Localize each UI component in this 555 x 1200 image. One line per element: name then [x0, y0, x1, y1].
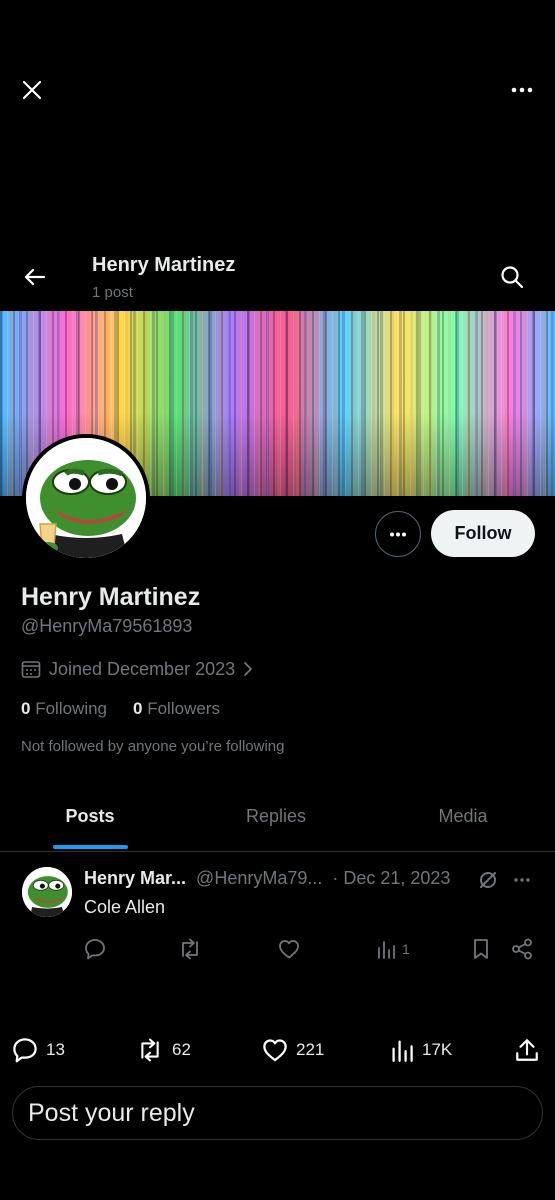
- post-like-button[interactable]: [278, 937, 300, 961]
- more-options-button[interactable]: [506, 76, 538, 104]
- search-icon: [501, 266, 524, 289]
- like-icon: [279, 940, 299, 959]
- joined-date[interactable]: Joined December 2023: [21, 656, 253, 682]
- profile-more-button[interactable]: [375, 511, 421, 557]
- more-icon: [514, 878, 530, 882]
- bottom-reply-button[interactable]: 13: [12, 1036, 65, 1064]
- joined-text: Joined December 2023: [49, 658, 236, 679]
- post-repost-button[interactable]: [178, 937, 202, 961]
- post-views-count: 1: [402, 941, 410, 957]
- post-bookmark-button[interactable]: [472, 937, 490, 961]
- share-icon: [512, 938, 532, 960]
- reply-icon: [85, 939, 105, 960]
- not-followed-note: Not followed by anyone you’re following: [21, 738, 285, 755]
- back-arrow-icon: [24, 268, 45, 286]
- post-header: Henry Mar... @HenryMa79... · Dec 21, 202…: [84, 868, 484, 889]
- profile-handle: @HenryMa79561893: [21, 616, 193, 636]
- views-icon: [378, 941, 395, 959]
- tab-replies[interactable]: Replies: [206, 806, 346, 827]
- close-button[interactable]: [18, 76, 46, 104]
- chevron-right-icon: [244, 662, 253, 676]
- bottom-views-count: 17K: [422, 1040, 453, 1059]
- post-reply-button[interactable]: [84, 937, 106, 961]
- grok-icon: [480, 872, 496, 888]
- frog-avatar-image: [22, 867, 72, 917]
- tab-media[interactable]: Media: [393, 806, 533, 827]
- calendar-icon: [21, 661, 41, 678]
- followers-label: Followers: [147, 699, 220, 718]
- follow-button[interactable]: Follow: [431, 510, 535, 557]
- bottom-reply-count: 13: [46, 1040, 65, 1059]
- bottom-repost-count: 62: [172, 1040, 191, 1059]
- bottom-views-button[interactable]: 17K: [390, 1036, 452, 1064]
- bookmark-icon: [474, 939, 488, 959]
- active-tab-indicator: [53, 845, 128, 849]
- upload-icon: [516, 1039, 538, 1061]
- repost-icon: [182, 938, 198, 960]
- bottom-like-count: 221: [296, 1040, 325, 1059]
- tab-posts[interactable]: Posts: [20, 806, 160, 827]
- post-share-button[interactable]: [511, 937, 533, 961]
- following-label: Following: [35, 699, 108, 718]
- like-icon: [263, 1039, 287, 1062]
- search-button[interactable]: [496, 262, 528, 292]
- header-profile-name: Henry Martinez: [92, 254, 236, 276]
- following-count: 0: [21, 699, 31, 718]
- frog-avatar-image: [26, 438, 146, 558]
- grok-button[interactable]: [476, 868, 500, 892]
- repost-icon: [141, 1038, 159, 1062]
- tab-divider: [0, 851, 555, 852]
- profile-avatar[interactable]: [22, 434, 150, 562]
- bottom-like-button[interactable]: 221: [262, 1036, 324, 1064]
- more-icon: [390, 532, 406, 536]
- follow-stats: 0 Following 0 Followers: [21, 699, 220, 719]
- close-icon: [22, 80, 42, 100]
- reply-input[interactable]: [12, 1086, 543, 1140]
- post-date[interactable]: · Dec 21, 2023: [332, 868, 450, 889]
- post-text: Cole Allen: [84, 897, 166, 917]
- bottom-repost-button[interactable]: 62: [136, 1036, 191, 1064]
- post-author-handle[interactable]: @HenryMa79...: [196, 868, 322, 889]
- post-author-name[interactable]: Henry Mar...: [84, 868, 186, 889]
- followers-stat[interactable]: 0 Followers: [133, 699, 220, 719]
- reply-icon: [13, 1038, 37, 1063]
- following-stat[interactable]: 0 Following: [21, 699, 107, 719]
- more-icon: [511, 87, 533, 93]
- back-button[interactable]: [18, 263, 50, 291]
- views-icon: [392, 1040, 413, 1062]
- bottom-share-button[interactable]: [514, 1036, 540, 1064]
- post-more-button[interactable]: [510, 870, 534, 890]
- followers-count: 0: [133, 699, 143, 718]
- profile-display-name: Henry Martinez: [21, 583, 201, 611]
- post-views-button[interactable]: 1: [376, 937, 410, 961]
- header-post-count: 1 post: [92, 284, 133, 301]
- post-author-avatar[interactable]: [22, 867, 72, 917]
